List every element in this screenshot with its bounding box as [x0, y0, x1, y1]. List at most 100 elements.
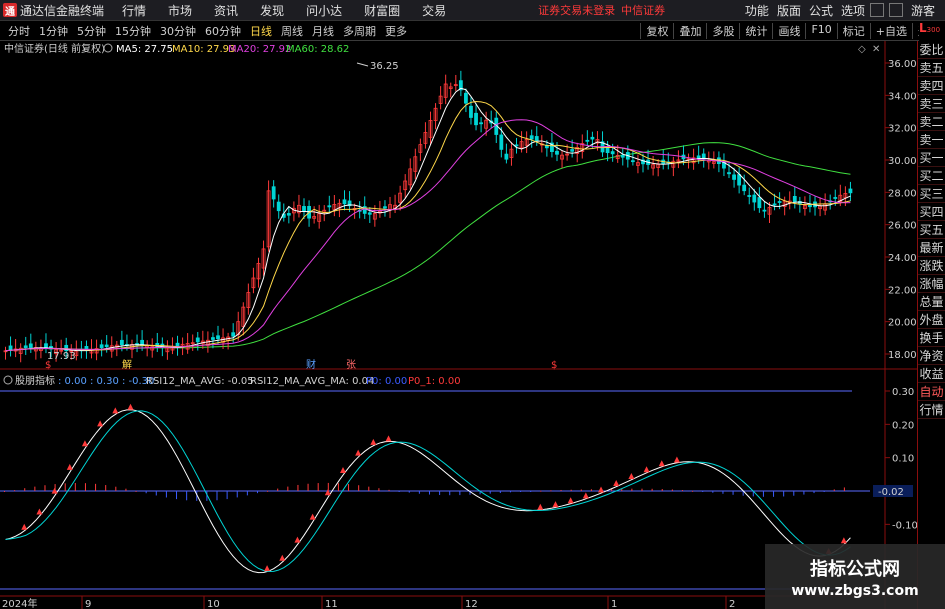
indicator-tick-label: 0.10 — [892, 454, 914, 465]
histogram-bar — [702, 491, 704, 492]
restore-rights-button[interactable]: 复权 — [640, 22, 673, 39]
side-panel-item[interactable]: 卖一 — [918, 131, 945, 149]
event-marker-dividend[interactable]: $ — [45, 360, 51, 371]
xaxis-nov: 11 — [325, 599, 338, 609]
side-panel-item[interactable]: 涨跌 — [918, 257, 945, 275]
mark-button[interactable]: 标记 — [836, 22, 870, 39]
buy-arrow-icon — [279, 554, 286, 561]
buy-arrow-icon — [628, 473, 635, 480]
histogram-bar — [833, 489, 835, 491]
candle-body — [276, 201, 281, 212]
diamond-icon[interactable]: ◇ — [858, 44, 866, 55]
side-panel-item[interactable]: 换手 — [918, 329, 945, 347]
chart-area[interactable]: 中信证券(日线 前复权) MA5: 27.75 MA10: 27.93 MA20… — [0, 41, 918, 609]
menu-trade[interactable]: 交易 — [422, 2, 446, 19]
histogram-bar — [580, 489, 582, 491]
price-tick-label: 20.00 — [888, 318, 917, 329]
menu-formula[interactable]: 公式 — [809, 2, 833, 19]
ma20-label: MA20: 27.92 — [228, 44, 291, 55]
side-panel-item[interactable]: 卖二 — [918, 113, 945, 131]
side-panel-item[interactable]: 外盘 — [918, 311, 945, 329]
menu-ask[interactable]: 问小达 — [306, 2, 342, 19]
sub-settings-icon[interactable] — [3, 375, 13, 385]
menu-discover[interactable]: 发现 — [260, 2, 284, 19]
price-tick-label: 18.00 — [888, 350, 917, 361]
overlay-button[interactable]: 叠加 — [673, 22, 706, 39]
side-panel-item[interactable]: 行情 — [918, 401, 945, 419]
menu-market[interactable]: 市场 — [168, 2, 192, 19]
candle-body — [777, 201, 782, 203]
menu-wealth[interactable]: 财富圈 — [364, 2, 400, 19]
period-30min[interactable]: 30分钟 — [160, 23, 196, 39]
menu-function[interactable]: 功能 — [745, 2, 769, 19]
period-timeshare[interactable]: 分时 — [8, 23, 30, 39]
side-panel-item[interactable]: 买二 — [918, 167, 945, 185]
side-panel-item[interactable]: 卖四 — [918, 77, 945, 95]
period-more[interactable]: 更多 — [385, 23, 407, 39]
kline-chart[interactable]: 中信证券(日线 前复权) MA5: 27.75 MA10: 27.93 MA20… — [0, 41, 918, 609]
settings-gear-icon[interactable] — [103, 43, 113, 53]
close-icon[interactable]: ✕ — [872, 44, 880, 55]
indicator-name[interactable]: 股朋指标 — [15, 374, 55, 387]
histogram-bar — [307, 483, 309, 491]
side-panel-item[interactable]: 涨幅 — [918, 275, 945, 293]
candle-body — [737, 174, 742, 186]
period-15min[interactable]: 15分钟 — [115, 23, 151, 39]
side-panel-item[interactable]: 最新 — [918, 239, 945, 257]
side-panel-item[interactable]: 买一 — [918, 149, 945, 167]
level-letter: L — [919, 21, 927, 35]
side-panel-item[interactable]: 委比 — [918, 41, 945, 59]
indicator-tick-label: 0.30 — [892, 387, 914, 398]
side-panel-item[interactable]: 买三 — [918, 185, 945, 203]
period-60min[interactable]: 60分钟 — [205, 23, 241, 39]
period-5min[interactable]: 5分钟 — [77, 23, 106, 39]
add-watchlist-button[interactable]: +自选 — [869, 22, 912, 39]
candle-body — [555, 150, 559, 155]
draw-line-button[interactable]: 画线 — [772, 22, 805, 39]
histogram-bar — [155, 491, 157, 496]
side-panel-item[interactable]: 总量 — [918, 293, 945, 311]
event-marker-unlock[interactable]: 解 — [122, 358, 132, 371]
event-marker-dividend-2[interactable]: $ — [551, 360, 557, 371]
period-daily[interactable]: 日线 — [250, 23, 272, 39]
histogram-bar — [641, 488, 643, 491]
side-panel-item[interactable]: 自动 — [918, 383, 945, 401]
guest-label[interactable]: 游客 — [911, 2, 935, 19]
histogram-bar — [388, 489, 390, 491]
histogram-bar — [105, 485, 107, 491]
side-panel-item[interactable]: 买四 — [918, 203, 945, 221]
menu-layout[interactable]: 版面 — [777, 2, 801, 19]
maximize-icon[interactable] — [888, 3, 903, 17]
period-monthly[interactable]: 月线 — [312, 23, 334, 39]
login-status[interactable]: 证券交易未登录 — [538, 2, 615, 18]
event-marker-finance[interactable]: 财 — [306, 358, 316, 371]
event-marker-limit[interactable]: 张 — [346, 359, 356, 371]
period-1min[interactable]: 1分钟 — [39, 23, 68, 39]
menu-options[interactable]: 选项 — [841, 2, 865, 19]
histogram-bar — [277, 488, 279, 491]
side-panel-item[interactable]: 卖三 — [918, 95, 945, 113]
f10-button[interactable]: F10 — [805, 22, 836, 39]
candle-body — [620, 154, 625, 158]
candle-body — [757, 197, 762, 209]
candle-body — [302, 206, 306, 212]
side-panel-item[interactable]: 净资 — [918, 347, 945, 365]
period-weekly[interactable]: 周线 — [281, 23, 303, 39]
multi-stock-button[interactable]: 多股 — [706, 22, 739, 39]
side-panel-item[interactable]: 卖五 — [918, 59, 945, 77]
menu-quotes[interactable]: 行情 — [122, 2, 146, 19]
side-panel-item[interactable]: 买五 — [918, 221, 945, 239]
menu-news[interactable]: 资讯 — [214, 2, 238, 19]
p0-1-label: P0_1: 0.00 — [408, 376, 461, 387]
period-multi[interactable]: 多周期 — [343, 23, 376, 39]
buy-arrow-icon — [324, 489, 331, 496]
candle-body — [610, 151, 615, 155]
candle-body — [479, 122, 483, 125]
indicator-histogram — [4, 482, 845, 501]
candle-body — [514, 144, 519, 147]
buy-arrow-icon — [21, 523, 28, 530]
statistics-button[interactable]: 统计 — [739, 22, 772, 39]
side-panel-item[interactable]: 收益 — [918, 365, 945, 383]
buy-arrow-icon — [36, 508, 43, 515]
minimize-icon[interactable] — [869, 3, 884, 17]
